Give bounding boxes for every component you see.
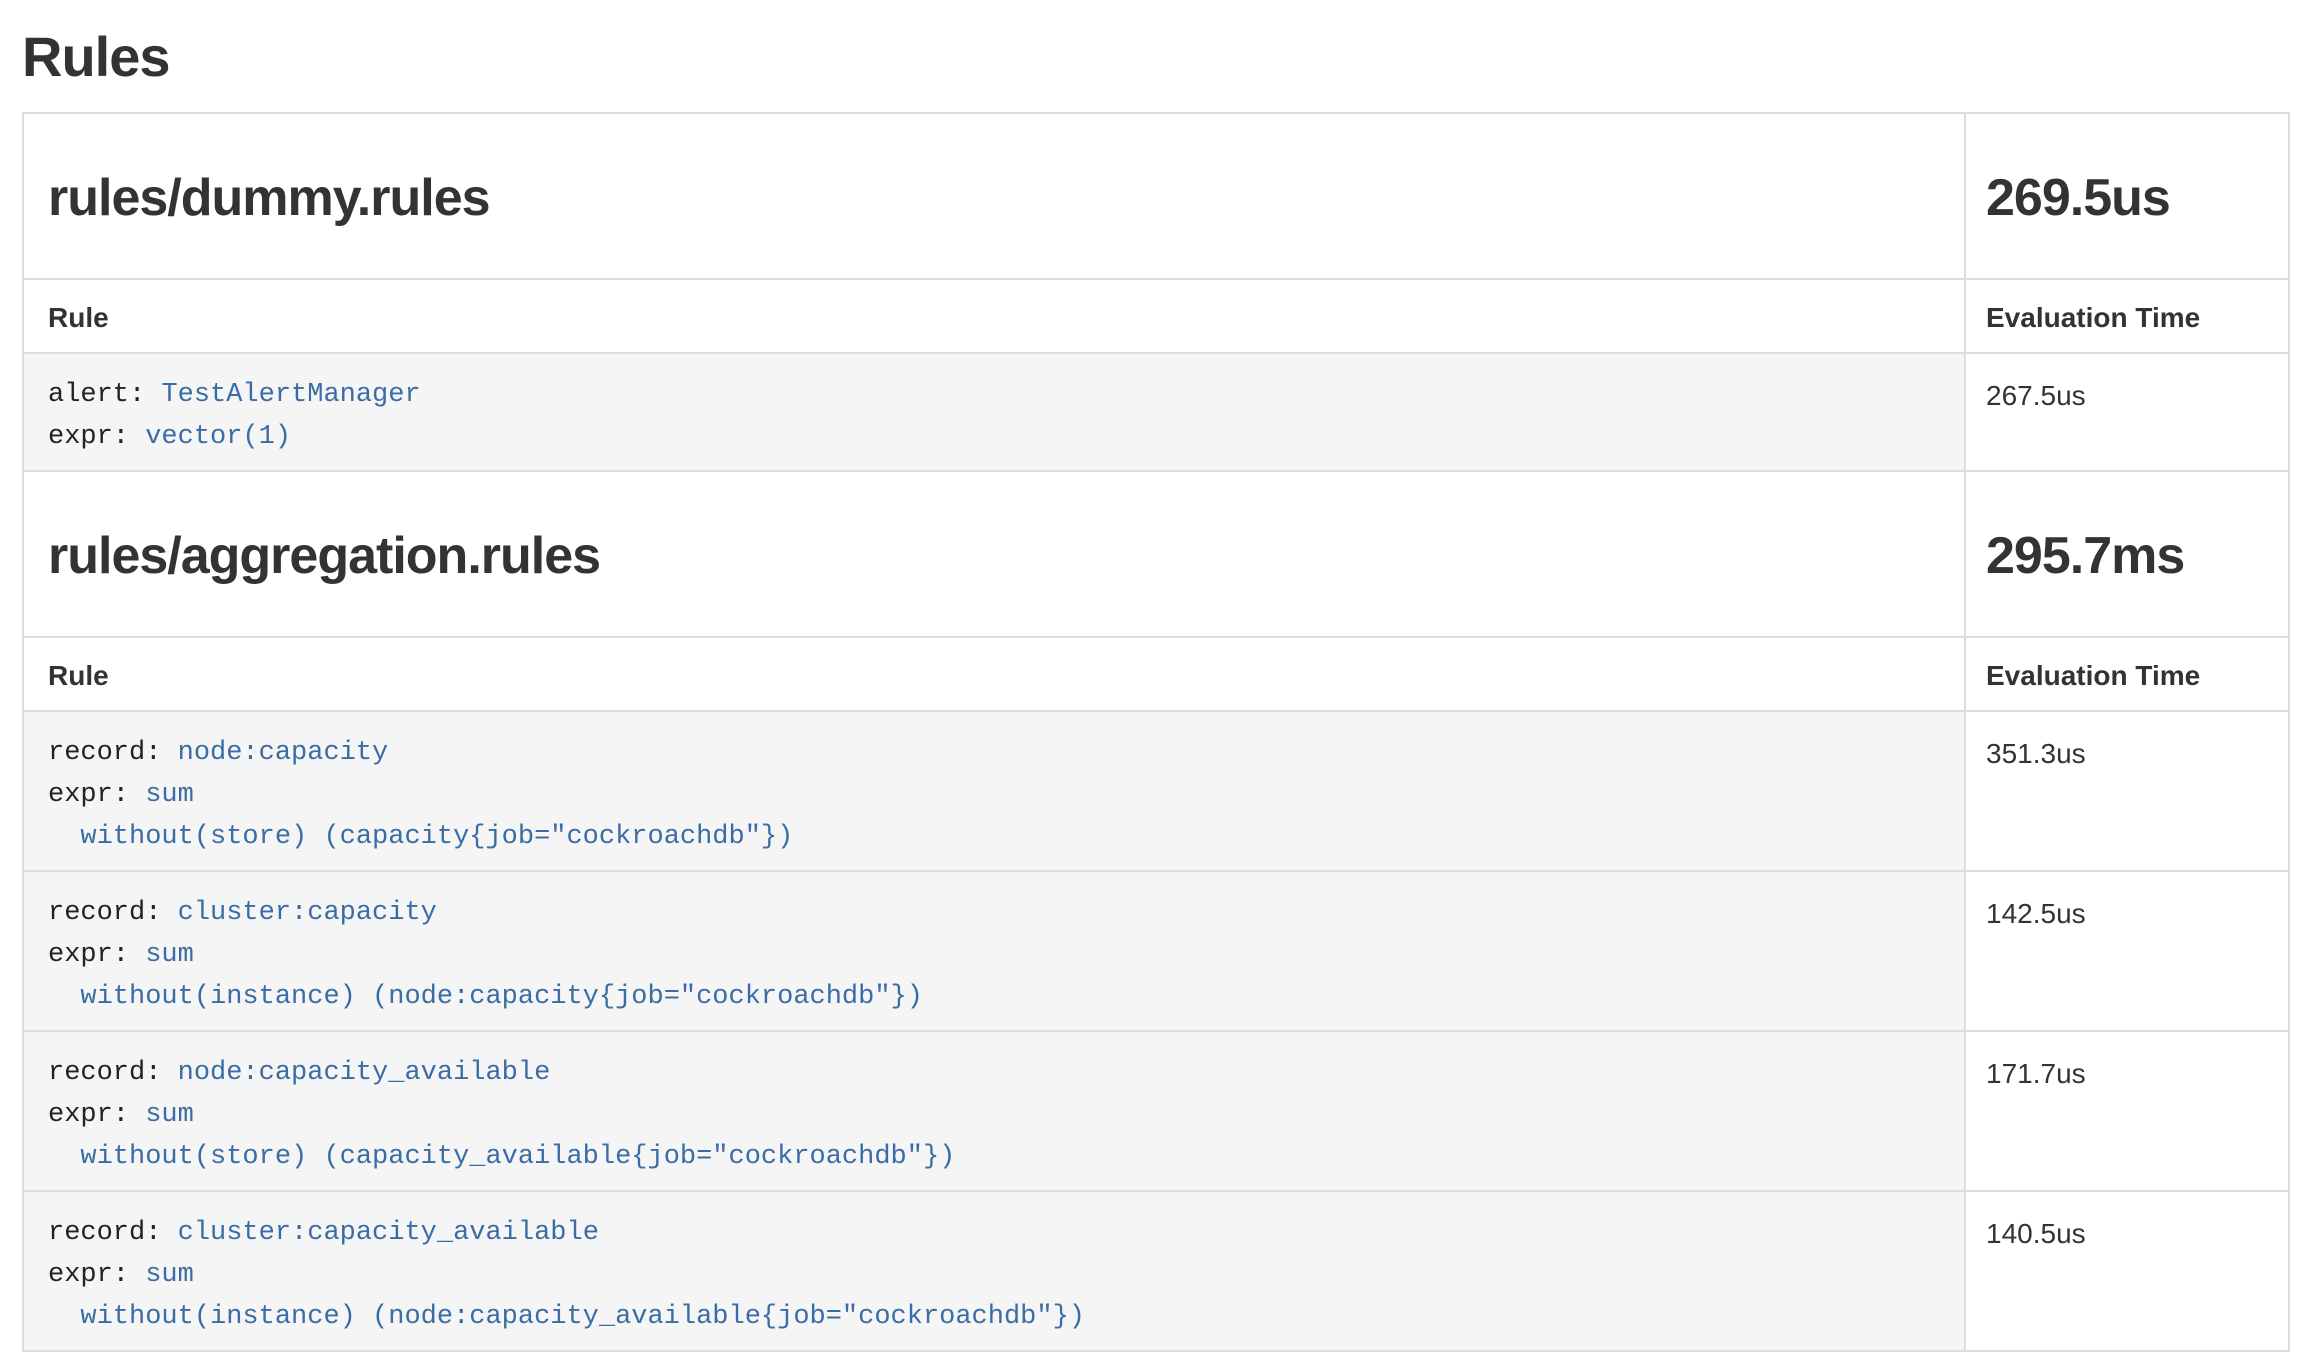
rule-field-key: expr:	[48, 1260, 129, 1290]
rule-expression-link[interactable]: sum	[145, 940, 194, 970]
rule-definition: alert: TestAlertManager expr: vector(1)	[24, 354, 1964, 470]
rule-text	[161, 898, 177, 928]
rule-field-key: record:	[48, 1058, 161, 1088]
rule-row: record: cluster:capacity expr: sum witho…	[23, 871, 2289, 1031]
rule-text	[129, 1260, 145, 1290]
rule-group-evaluation-cell: 269.5us	[1965, 113, 2289, 279]
rule-group-evaluation-time: 295.7ms	[1986, 528, 2264, 584]
rule-group-evaluation-time: 269.5us	[1986, 170, 2264, 226]
rule-field-key: record:	[48, 898, 161, 928]
rule-field-key: expr:	[48, 940, 129, 970]
column-header-evaluation-time: Evaluation Time	[1965, 637, 2289, 711]
rule-evaluation-time: 142.5us	[1965, 871, 2289, 1031]
rule-text	[129, 780, 145, 810]
rule-expression-link[interactable]: without(instance) (node:capacity{job="co…	[48, 982, 923, 1012]
rule-field-key: expr:	[48, 780, 129, 810]
rule-definition: record: cluster:capacity_available expr:…	[24, 1192, 1964, 1350]
column-header-evaluation-time: Evaluation Time	[1965, 279, 2289, 353]
rule-expression-link[interactable]: sum	[145, 1260, 194, 1290]
rule-cell: alert: TestAlertManager expr: vector(1)	[23, 353, 1965, 471]
rule-group-file-name: rules/dummy.rules	[48, 170, 1940, 226]
rule-expression-link[interactable]: sum	[145, 780, 194, 810]
rule-field-key: expr:	[48, 422, 129, 452]
rule-expression-link[interactable]: without(instance) (node:capacity_availab…	[48, 1302, 1085, 1332]
rule-group-header-row: rules/aggregation.rules 295.7ms	[23, 471, 2289, 637]
rule-cell: record: cluster:capacity expr: sum witho…	[23, 871, 1965, 1031]
rule-evaluation-time: 267.5us	[1965, 353, 2289, 471]
rule-field-key: record:	[48, 1218, 161, 1248]
rule-definition: record: node:capacity expr: sum without(…	[24, 712, 1964, 870]
rule-text	[145, 380, 161, 410]
rule-cell: record: cluster:capacity_available expr:…	[23, 1191, 1965, 1351]
rule-evaluation-time: 140.5us	[1965, 1191, 2289, 1351]
column-header-rule: Rule	[23, 637, 1965, 711]
rule-text	[129, 1100, 145, 1130]
rule-expression-link[interactable]: without(store) (capacity_available{job="…	[48, 1142, 955, 1172]
column-header-rule: Rule	[23, 279, 1965, 353]
rule-group-file-cell: rules/dummy.rules	[23, 113, 1965, 279]
rule-group-evaluation-cell: 295.7ms	[1965, 471, 2289, 637]
rule-expression-link[interactable]: node:capacity_available	[178, 1058, 551, 1088]
rule-expression-link[interactable]: node:capacity	[178, 738, 389, 768]
rule-expression-link[interactable]: vector(1)	[145, 422, 291, 452]
rule-text	[129, 422, 145, 452]
rules-page: Rules rules/dummy.rules 269.5us Rule Eva…	[0, 26, 2316, 1352]
column-header-row: Rule Evaluation Time	[23, 637, 2289, 711]
rule-definition: record: cluster:capacity expr: sum witho…	[24, 872, 1964, 1030]
rule-evaluation-time: 171.7us	[1965, 1031, 2289, 1191]
rule-expression-link[interactable]: without(store) (capacity{job="cockroachd…	[48, 822, 793, 852]
rule-text	[129, 940, 145, 970]
rule-definition: record: node:capacity_available expr: su…	[24, 1032, 1964, 1190]
rule-evaluation-time: 351.3us	[1965, 711, 2289, 871]
page-title: Rules	[22, 26, 2290, 88]
rule-row: alert: TestAlertManager expr: vector(1) …	[23, 353, 2289, 471]
rule-field-key: alert:	[48, 380, 145, 410]
rule-group-file-cell: rules/aggregation.rules	[23, 471, 1965, 637]
rule-field-key: record:	[48, 738, 161, 768]
column-header-row: Rule Evaluation Time	[23, 279, 2289, 353]
rule-row: record: cluster:capacity_available expr:…	[23, 1191, 2289, 1351]
rule-cell: record: node:capacity_available expr: su…	[23, 1031, 1965, 1191]
rule-text	[161, 1218, 177, 1248]
rule-field-key: expr:	[48, 1100, 129, 1130]
rule-group-header-row: rules/dummy.rules 269.5us	[23, 113, 2289, 279]
rule-text	[161, 738, 177, 768]
rule-row: record: node:capacity expr: sum without(…	[23, 711, 2289, 871]
rules-table-body: rules/dummy.rules 269.5us Rule Evaluatio…	[23, 113, 2289, 1351]
rule-expression-link[interactable]: TestAlertManager	[161, 380, 420, 410]
rule-expression-link[interactable]: cluster:capacity_available	[178, 1218, 599, 1248]
rule-expression-link[interactable]: cluster:capacity	[178, 898, 437, 928]
rules-table: rules/dummy.rules 269.5us Rule Evaluatio…	[22, 112, 2290, 1352]
rule-row: record: node:capacity_available expr: su…	[23, 1031, 2289, 1191]
rule-group-file-name: rules/aggregation.rules	[48, 528, 1940, 584]
rule-cell: record: node:capacity expr: sum without(…	[23, 711, 1965, 871]
rule-text	[161, 1058, 177, 1088]
rule-expression-link[interactable]: sum	[145, 1100, 194, 1130]
